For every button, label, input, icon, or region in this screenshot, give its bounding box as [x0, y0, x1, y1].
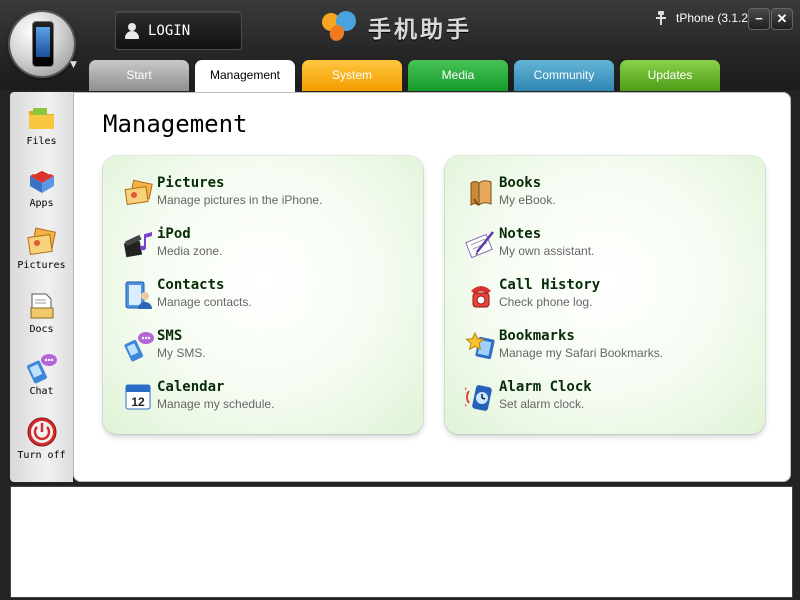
pictures-icon: [123, 177, 155, 209]
item-description: My eBook.: [499, 193, 556, 207]
iphone-icon: [32, 21, 54, 67]
sms-icon: [123, 330, 155, 362]
tab-media[interactable]: Media: [408, 60, 508, 91]
device-label: tPhone (3.1.2): [676, 11, 753, 25]
manage-item-sms[interactable]: SMS My SMS.: [123, 328, 413, 372]
dropdown-arrow-icon[interactable]: ▼: [70, 60, 77, 70]
item-description: My SMS.: [157, 346, 206, 360]
item-title: Books: [499, 175, 542, 191]
item-description: Manage contacts.: [157, 295, 252, 309]
sidebar-item-pictures[interactable]: Pictures: [10, 226, 73, 271]
sidebar-item-label: Chat: [29, 386, 54, 397]
manage-item-calendar[interactable]: 12 Calendar Manage my schedule.: [123, 379, 413, 423]
item-description: Check phone log.: [499, 295, 593, 309]
sidebar-item-label: Files: [26, 136, 57, 147]
manage-item-notes[interactable]: Notes My own assistant.: [465, 226, 755, 270]
sidebar-item-label: Turn off: [17, 450, 66, 461]
item-description: Media zone.: [157, 244, 223, 258]
item-title: Alarm Clock: [499, 379, 592, 395]
manage-item-books[interactable]: Books My eBook.: [465, 175, 755, 219]
manage-item-bookmarks[interactable]: Bookmarks Manage my Safari Bookmarks.: [465, 328, 755, 372]
item-title: iPod: [157, 226, 191, 242]
contacts-icon: [123, 279, 155, 311]
manage-item-contacts[interactable]: Contacts Manage contacts.: [123, 277, 413, 321]
chat-icon: [26, 352, 58, 384]
book-icon: [465, 177, 497, 209]
manage-item-alarm-clock[interactable]: Alarm Clock Set alarm clock.: [462, 379, 755, 423]
sidebar-item-turn-off[interactable]: Turn off: [10, 416, 73, 461]
tab-start[interactable]: Start: [89, 60, 189, 91]
title-bar: ▼ LOGIN 手机助手 tPhone (3.1.2) − ✕ Start Ma…: [0, 0, 800, 93]
calendar-day-text: 12: [131, 395, 145, 409]
sidebar-item-files[interactable]: Files: [10, 102, 73, 147]
close-button[interactable]: ✕: [771, 8, 793, 30]
app-window: ▼ LOGIN 手机助手 tPhone (3.1.2) − ✕ Start Ma…: [0, 0, 800, 600]
alarm-icon: [462, 381, 497, 413]
sidebar-item-apps[interactable]: Apps: [10, 164, 73, 209]
notes-icon: [465, 228, 497, 260]
management-panel-right: Books My eBook. Notes My own assistant. …: [445, 156, 765, 434]
manage-item-ipod[interactable]: iPod Media zone.: [123, 226, 413, 270]
tab-label: Management: [209, 68, 281, 82]
login-button[interactable]: LOGIN: [115, 11, 242, 50]
sidebar-item-label: Docs: [29, 324, 54, 335]
sidebar-item-label: Pictures: [17, 260, 66, 271]
usb-icon: [656, 11, 666, 25]
management-panel-left: Pictures Manage pictures in the iPhone. …: [103, 156, 423, 434]
main-panel: Management Pictures Manage pictures in t…: [73, 92, 791, 482]
item-title: Call History: [499, 277, 601, 293]
user-icon: [124, 22, 140, 39]
login-label: LOGIN: [148, 22, 191, 39]
power-icon: [26, 416, 58, 448]
item-title: Contacts: [157, 277, 225, 293]
logo-text: 手机助手: [368, 17, 472, 43]
manage-item-call-history[interactable]: Call History Check phone log.: [465, 277, 755, 321]
device-menu-button[interactable]: [10, 12, 74, 76]
sidebar: Files Apps Pictures Docs Chat Turn off: [10, 92, 73, 482]
manage-item-pictures[interactable]: Pictures Manage pictures in the iPhone.: [123, 175, 413, 219]
item-description: Set alarm clock.: [499, 397, 585, 411]
tab-system[interactable]: System: [302, 60, 402, 91]
item-description: My own assistant.: [499, 244, 595, 258]
tab-label: Start: [126, 68, 152, 82]
logo-icon: [320, 11, 362, 44]
page-title: Management: [103, 110, 248, 138]
item-title: SMS: [157, 328, 183, 344]
calendar-icon: 12: [123, 381, 155, 413]
item-title: Pictures: [157, 175, 225, 191]
folder-icon: [26, 102, 58, 134]
minimize-button[interactable]: −: [748, 8, 770, 30]
tab-label: Community: [533, 68, 595, 82]
sidebar-item-docs[interactable]: Docs: [10, 290, 73, 335]
log-panel: [10, 486, 793, 598]
item-description: Manage my Safari Bookmarks.: [499, 346, 664, 360]
item-description: Manage my schedule.: [157, 397, 275, 411]
tab-updates[interactable]: Updates: [620, 60, 720, 91]
item-title: Notes: [499, 226, 542, 242]
app-logo: 手机助手: [320, 10, 472, 44]
tab-management[interactable]: Management: [195, 60, 295, 93]
sidebar-item-chat[interactable]: Chat: [10, 352, 73, 397]
sidebar-item-label: Apps: [29, 198, 54, 209]
apps-icon: [26, 164, 58, 196]
tab-label: Updates: [647, 68, 693, 82]
tab-label: Media: [441, 68, 475, 82]
music-icon: [123, 228, 155, 260]
phone-icon: [465, 279, 497, 311]
item-title: Calendar: [157, 379, 225, 395]
bookmark-icon: [465, 330, 497, 362]
item-description: Manage pictures in the iPhone.: [157, 193, 323, 207]
tab-community[interactable]: Community: [514, 60, 614, 91]
docs-icon: [26, 290, 58, 322]
pictures-icon: [26, 226, 58, 258]
item-title: Bookmarks: [499, 328, 575, 344]
tab-label: System: [331, 68, 372, 82]
